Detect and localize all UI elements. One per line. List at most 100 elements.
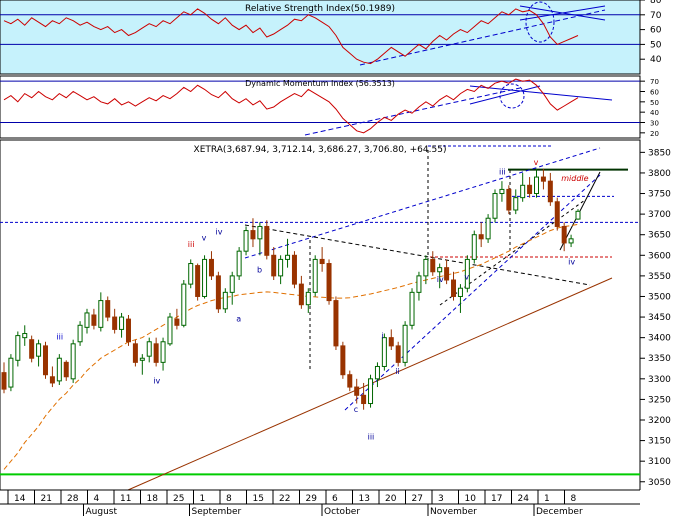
dmi-panel: Dynamic Momentum Index (56.3513) 20 30 40 5… bbox=[0, 75, 659, 139]
candle-body bbox=[568, 238, 574, 244]
candle-body bbox=[22, 333, 28, 339]
candle-body bbox=[506, 188, 512, 211]
day-tick-label: 28 bbox=[67, 494, 79, 504]
candle-body bbox=[291, 254, 297, 285]
candle-body bbox=[326, 263, 332, 302]
day-tick-label: 8 bbox=[571, 494, 577, 504]
price-y-axis: 3050 3100 3150 3200 3250 3300 3350 3400 3450 3500… bbox=[640, 148, 671, 488]
day-tick-label: 21 bbox=[41, 494, 52, 504]
day-tick-label: 8 bbox=[226, 494, 232, 504]
wave-label: ii bbox=[395, 367, 399, 376]
dmi-tick-label: 30 bbox=[650, 120, 659, 128]
price-tick-label: 3750 bbox=[648, 190, 671, 200]
price-tick-label: 3200 bbox=[648, 416, 671, 426]
candle-body bbox=[181, 283, 187, 326]
candle-body bbox=[243, 230, 249, 252]
day-tick-label: 15 bbox=[253, 494, 264, 504]
candle-body bbox=[139, 357, 145, 361]
candle-body bbox=[36, 343, 42, 357]
wave-label: v bbox=[534, 158, 539, 167]
dmi-tick-label: 70 bbox=[650, 78, 659, 86]
price-tick-label: 3350 bbox=[648, 354, 671, 364]
candle-body bbox=[236, 250, 242, 277]
price-tick-label: 3050 bbox=[648, 478, 671, 488]
candle-body bbox=[278, 258, 284, 277]
wave-label: iv bbox=[153, 376, 160, 385]
candle-body bbox=[534, 176, 540, 195]
price-tick-label: 3100 bbox=[648, 457, 671, 467]
day-tick-label: 1 bbox=[200, 494, 206, 504]
wave-label: c bbox=[354, 405, 358, 414]
candle-body bbox=[70, 343, 76, 380]
wave-label: a bbox=[236, 315, 241, 324]
candle-body bbox=[430, 258, 436, 273]
rsi-panel: Relative Strength Index(50.1989) 40 50 60 7… bbox=[0, 0, 662, 75]
candle-body bbox=[98, 300, 104, 328]
candle-body bbox=[423, 258, 429, 277]
month-label: September bbox=[192, 507, 242, 516]
day-tick-label: 1 bbox=[544, 494, 550, 504]
candle-body bbox=[437, 267, 443, 273]
candle-body bbox=[478, 234, 484, 240]
price-tick-label: 3300 bbox=[648, 375, 671, 385]
price-tick-label: 3400 bbox=[648, 334, 671, 344]
month-label: November bbox=[430, 507, 477, 516]
candle-body bbox=[381, 337, 387, 367]
candle-body bbox=[160, 341, 166, 363]
wave-label: v bbox=[464, 272, 469, 281]
candle-body bbox=[561, 225, 567, 244]
candle-body bbox=[285, 254, 291, 260]
dmi-tick-label: 40 bbox=[650, 109, 659, 117]
dmi-tick-label: 50 bbox=[650, 99, 659, 107]
candle-body bbox=[257, 225, 263, 240]
candle-body bbox=[229, 275, 235, 293]
candle-body bbox=[91, 314, 97, 326]
candle-body bbox=[264, 225, 270, 256]
candle-body bbox=[125, 318, 131, 343]
candle-body bbox=[575, 210, 581, 220]
price-tick-label: 3550 bbox=[648, 272, 671, 282]
price-tick-label: 3800 bbox=[648, 169, 671, 179]
price-tick-label: 3650 bbox=[648, 231, 671, 241]
rsi-tick-label: 50 bbox=[650, 40, 662, 50]
dmi-tick-label: 60 bbox=[650, 89, 659, 97]
candle-body bbox=[416, 275, 422, 293]
price-panel: iiivabciviiiiiivmiddleiviiiiviiiviv XETR… bbox=[0, 139, 671, 491]
wave-label: iii bbox=[188, 240, 195, 249]
candle-body bbox=[112, 316, 118, 330]
candle-body bbox=[77, 324, 83, 343]
day-tick-label: 25 bbox=[173, 494, 184, 504]
rsi-tick-label: 70 bbox=[650, 11, 662, 21]
day-tick-label: 14 bbox=[14, 494, 26, 504]
candle-body bbox=[402, 324, 408, 363]
candle-body bbox=[63, 361, 69, 378]
candle-body bbox=[368, 378, 374, 405]
candle-body bbox=[1, 372, 7, 390]
candle-body bbox=[540, 176, 546, 182]
candle-body bbox=[174, 318, 180, 326]
candle-body bbox=[354, 386, 360, 396]
candle-body bbox=[298, 283, 304, 306]
wave-label: i bbox=[381, 331, 383, 340]
candle-body bbox=[8, 357, 14, 388]
rsi-tick-label: 60 bbox=[650, 26, 662, 36]
candle-body bbox=[333, 300, 339, 347]
price-tick-label: 3500 bbox=[648, 292, 671, 302]
day-tick-label: 20 bbox=[385, 494, 397, 504]
candle-body bbox=[271, 254, 277, 277]
dmi-title: Dynamic Momentum Index (56.3513) bbox=[245, 79, 395, 88]
rsi-title: Relative Strength Index(50.1989) bbox=[245, 4, 395, 14]
day-tick-label: 13 bbox=[359, 494, 370, 504]
candle-body bbox=[527, 184, 533, 195]
candle-body bbox=[361, 394, 367, 405]
candle-body bbox=[167, 316, 173, 345]
price-tick-label: 3150 bbox=[648, 437, 671, 447]
candle-body bbox=[15, 335, 21, 361]
candle-body bbox=[132, 343, 138, 363]
candle-body bbox=[409, 291, 415, 326]
date-axis: 14 21 28 4 11 18 25 1 8 15 22 29 6 13 20 27 3 10 17 24 1 8 Au… bbox=[0, 489, 685, 517]
candle-body bbox=[250, 230, 256, 240]
candle-body bbox=[312, 258, 318, 293]
candle-body bbox=[457, 287, 463, 297]
candle-body bbox=[395, 345, 401, 363]
